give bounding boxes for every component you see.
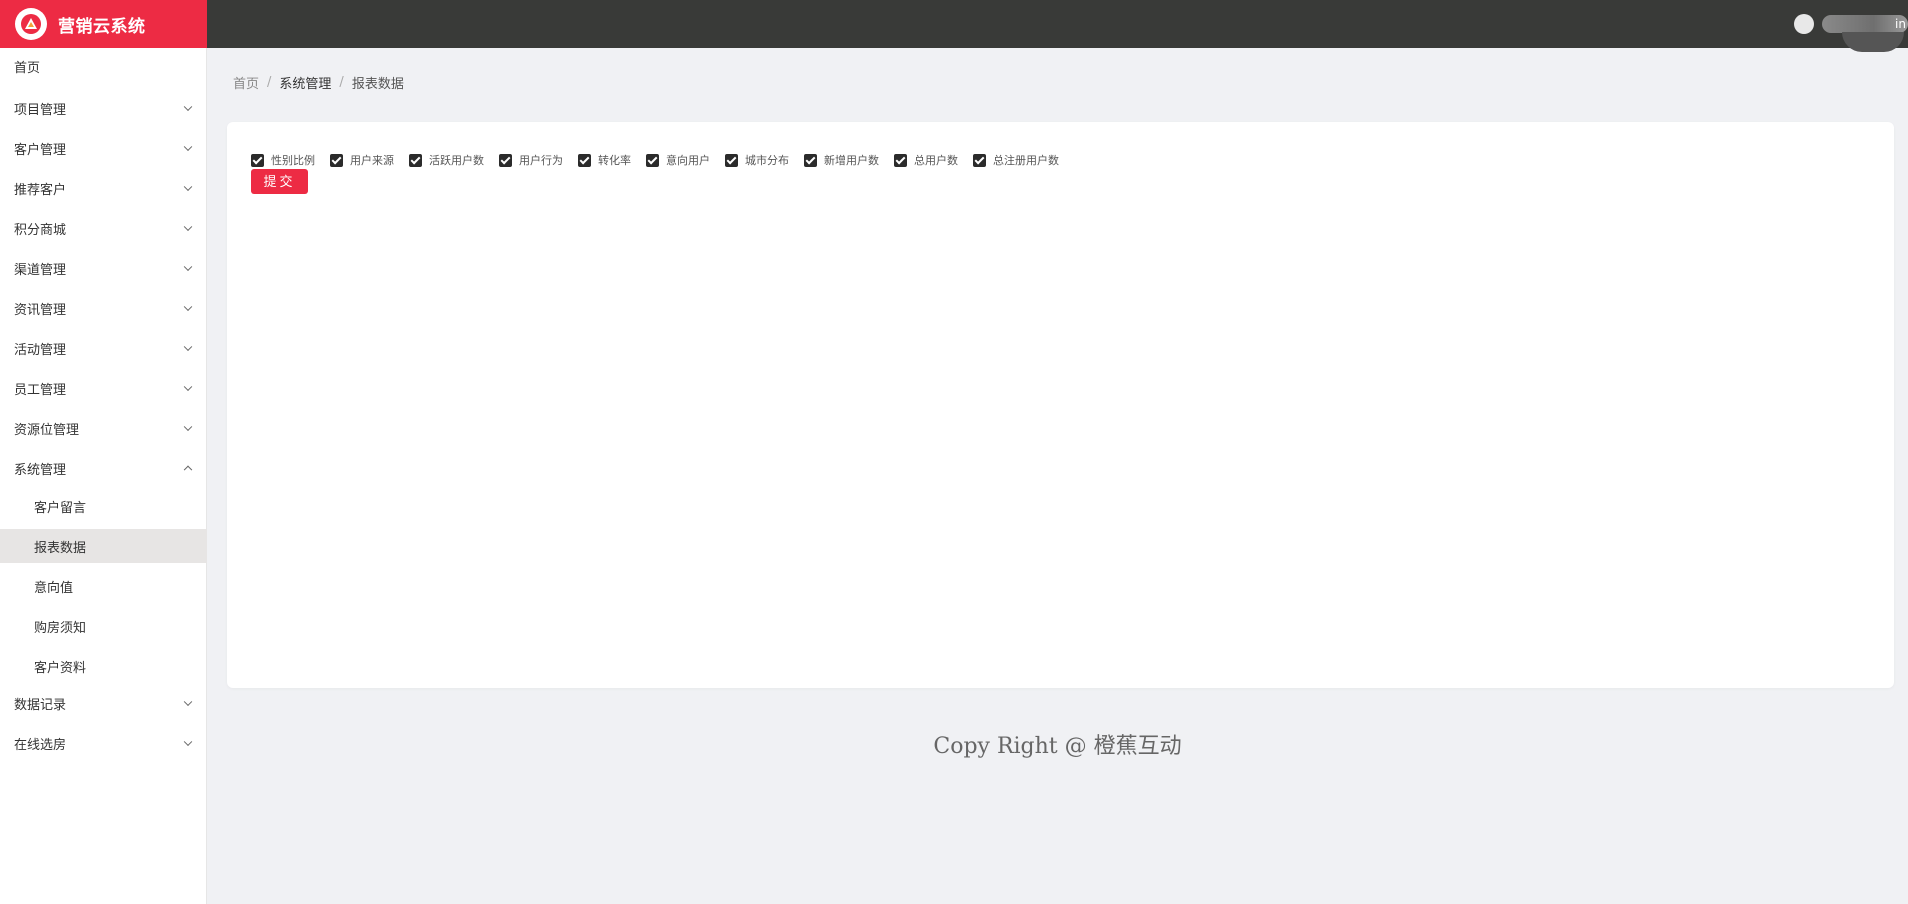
- checkbox-checked-icon[interactable]: [894, 153, 907, 167]
- brand-logo-icon: [15, 8, 47, 40]
- sidebar-item-label: 活动管理: [14, 342, 67, 358]
- sidebar-item-news[interactable]: 资讯管理: [0, 290, 207, 326]
- sidebar-item-referrals[interactable]: 推荐客户: [0, 170, 207, 206]
- footer-copyright: Copy Right @ 橙蕉互动: [933, 734, 1182, 759]
- user-dropdown-shadow: [1842, 32, 1904, 52]
- submit-button[interactable]: 提交: [251, 169, 308, 194]
- sidebar-item-label: 项目管理: [14, 102, 67, 118]
- sidebar-subitem-purchase-notice[interactable]: 购房须知: [0, 609, 207, 643]
- checkbox-label: 意向用户: [666, 154, 710, 167]
- checkbox-label: 城市分布: [745, 154, 789, 167]
- checkbox-checked-icon[interactable]: [330, 153, 343, 167]
- sidebar-item-projects[interactable]: 项目管理: [0, 90, 207, 126]
- chevron-down-icon: [183, 142, 193, 152]
- checkbox-checked-icon[interactable]: [499, 153, 512, 167]
- checkbox-label: 转化率: [598, 154, 631, 167]
- checkbox-label: 新增用户数: [824, 154, 879, 167]
- sidebar-item-activities[interactable]: 活动管理: [0, 330, 207, 366]
- sidebar-item-label: 积分商城: [14, 222, 67, 238]
- chevron-down-icon: [183, 697, 193, 707]
- breadcrumb-current: 报表数据: [351, 77, 404, 92]
- checkbox-label: 性别比例: [271, 154, 315, 167]
- sidebar-item-customers[interactable]: 客户管理: [0, 130, 207, 166]
- sidebar-subitem-label: 意向值: [34, 580, 74, 596]
- sidebar-item-label: 员工管理: [14, 382, 67, 398]
- checkbox-checked-icon[interactable]: [578, 153, 591, 167]
- sidebar-subitem-label: 购房须知: [34, 620, 87, 636]
- user-avatar-icon[interactable]: [1794, 14, 1814, 34]
- checkbox-total-registered-users[interactable]: 总注册用户数: [973, 152, 1059, 168]
- sidebar-item-label: 推荐客户: [14, 182, 67, 198]
- chevron-down-icon: [183, 422, 193, 432]
- top-bar: 营销云系统 in: [0, 0, 1908, 52]
- checkbox-user-source[interactable]: 用户来源: [330, 152, 394, 168]
- checkbox-city-distribution[interactable]: 城市分布: [725, 152, 789, 168]
- sidebar-item-label: 客户管理: [14, 142, 67, 158]
- chevron-down-icon: [183, 737, 193, 747]
- checkbox-label: 用户来源: [350, 154, 394, 167]
- checkbox-checked-icon[interactable]: [646, 153, 659, 167]
- checkbox-gender-ratio[interactable]: 性别比例: [251, 152, 315, 168]
- checkbox-checked-icon[interactable]: [973, 153, 986, 167]
- checkbox-new-users[interactable]: 新增用户数: [804, 152, 879, 168]
- sidebar-item-system[interactable]: 系统管理: [0, 450, 207, 486]
- checkbox-label: 总用户数: [914, 154, 958, 167]
- sidebar-item-channels[interactable]: 渠道管理: [0, 250, 207, 286]
- chevron-down-icon: [183, 382, 193, 392]
- sidebar: 首页 项目管理 客户管理 推荐客户 积分商城 渠道管理 资讯管理 活动管理 员工…: [0, 48, 207, 904]
- sidebar-item-home[interactable]: 首页: [0, 48, 207, 84]
- sidebar-item-label: 渠道管理: [14, 262, 67, 278]
- checkbox-active-users[interactable]: 活跃用户数: [409, 152, 484, 168]
- checkbox-checked-icon[interactable]: [409, 153, 422, 167]
- breadcrumb-separator: /: [339, 75, 344, 90]
- checkbox-label: 总注册用户数: [993, 154, 1059, 167]
- sidebar-subitem-messages[interactable]: 客户留言: [0, 489, 207, 523]
- chevron-down-icon: [183, 102, 193, 112]
- user-name[interactable]: in: [1822, 15, 1908, 33]
- chevron-down-icon: [183, 262, 193, 272]
- checkbox-conversion-rate[interactable]: 转化率: [578, 152, 631, 168]
- chevron-down-icon: [183, 182, 193, 192]
- sidebar-item-label: 在线选房: [14, 737, 67, 753]
- chevron-down-icon: [183, 222, 193, 232]
- chevron-down-icon: [183, 342, 193, 352]
- report-checkbox-group: 性别比例 用户来源 活跃用户数 用户行为 转化率 意向用户 城市分布 新增用户数…: [251, 152, 1074, 168]
- checkbox-user-behavior[interactable]: 用户行为: [499, 152, 563, 168]
- breadcrumb-home[interactable]: 首页: [233, 73, 259, 92]
- checkbox-total-users[interactable]: 总用户数: [894, 152, 958, 168]
- breadcrumb-system[interactable]: 系统管理: [279, 73, 331, 92]
- checkbox-label: 活跃用户数: [429, 154, 484, 167]
- sidebar-item-label: 数据记录: [14, 697, 67, 713]
- sidebar-item-label: 系统管理: [14, 462, 67, 478]
- sidebar-subitem-customer-info[interactable]: 客户资料: [0, 649, 207, 683]
- checkbox-label: 用户行为: [519, 154, 563, 167]
- sidebar-subitem-report-data[interactable]: 报表数据: [0, 529, 207, 563]
- sidebar-subitem-label: 客户资料: [34, 660, 87, 676]
- checkbox-checked-icon[interactable]: [804, 153, 817, 167]
- brand-header[interactable]: 营销云系统: [0, 0, 207, 48]
- sidebar-item-points-mall[interactable]: 积分商城: [0, 210, 207, 246]
- sidebar-item-resource-slots[interactable]: 资源位管理: [0, 410, 207, 446]
- sidebar-item-label: 资讯管理: [14, 302, 67, 318]
- breadcrumb-separator: /: [267, 75, 272, 90]
- sidebar-item-data-records[interactable]: 数据记录: [0, 685, 207, 721]
- sidebar-subitem-label: 客户留言: [34, 500, 87, 516]
- checkbox-checked-icon[interactable]: [725, 153, 738, 167]
- sidebar-item-label: 首页: [14, 60, 41, 76]
- checkbox-checked-icon[interactable]: [251, 153, 264, 167]
- sidebar-item-staff[interactable]: 员工管理: [0, 370, 207, 406]
- sidebar-subitem-label: 报表数据: [34, 540, 87, 556]
- chevron-down-icon: [183, 302, 193, 312]
- sidebar-item-online-housing[interactable]: 在线选房: [0, 725, 207, 761]
- breadcrumb: 首页 / 系统管理 / 报表数据: [233, 73, 404, 92]
- checkbox-intent-users[interactable]: 意向用户: [646, 152, 710, 168]
- brand-title: 营销云系统: [58, 16, 146, 37]
- sidebar-item-label: 资源位管理: [14, 422, 80, 438]
- chevron-up-icon: [183, 465, 193, 475]
- sidebar-subitem-intent-value[interactable]: 意向值: [0, 569, 207, 603]
- report-options-card: 性别比例 用户来源 活跃用户数 用户行为 转化率 意向用户 城市分布 新增用户数…: [227, 122, 1894, 688]
